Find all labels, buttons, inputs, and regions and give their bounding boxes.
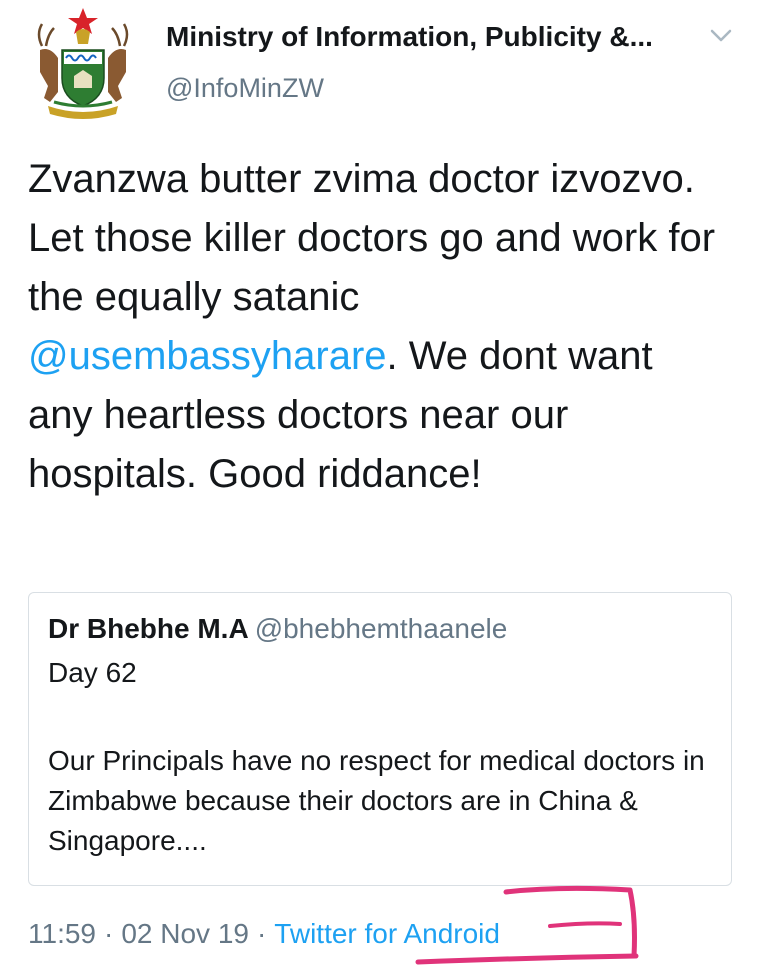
quoted-tweet-header: Dr Bhebhe M.A @bhebhemthaanele: [48, 613, 507, 645]
tweet-text: Zvanzwa butter zvima doctor izvozvo. Let…: [28, 150, 728, 504]
quoted-tweet-card[interactable]: Dr Bhebhe M.A @bhebhemthaanele Day 62 Our…: [28, 592, 732, 886]
meta-separator: ·: [256, 918, 267, 949]
tweet-date[interactable]: 02 Nov 19: [121, 918, 249, 949]
tweet-time[interactable]: 11:59: [28, 918, 96, 949]
author-block[interactable]: Ministry of Information, Publicity &... …: [166, 18, 706, 106]
mention-link[interactable]: @usembassyharare: [28, 334, 387, 378]
quoted-tweet-body: Our Principals have no respect for medic…: [48, 745, 705, 856]
tweet: Ministry of Information, Publicity &... …: [0, 0, 760, 967]
tweet-text-start: Zvanzwa butter zvima doctor izvozvo. Let…: [28, 157, 716, 319]
avatar[interactable]: [28, 6, 138, 124]
quoted-tweet-first-line: Day 62: [48, 657, 137, 688]
quoted-author-name: Dr Bhebhe M.A: [48, 613, 249, 644]
tweet-meta: 11:59 · 02 Nov 19 · Twitter for Android: [28, 918, 500, 950]
chevron-down-icon[interactable]: [706, 24, 736, 46]
tweet-source-link[interactable]: Twitter for Android: [274, 918, 500, 949]
author-handle[interactable]: @InfoMinZW: [166, 70, 706, 106]
author-display-name[interactable]: Ministry of Information, Publicity &...: [166, 18, 706, 56]
meta-separator: ·: [104, 918, 114, 949]
quoted-author-handle: @bhebhemthaanele: [254, 613, 508, 644]
